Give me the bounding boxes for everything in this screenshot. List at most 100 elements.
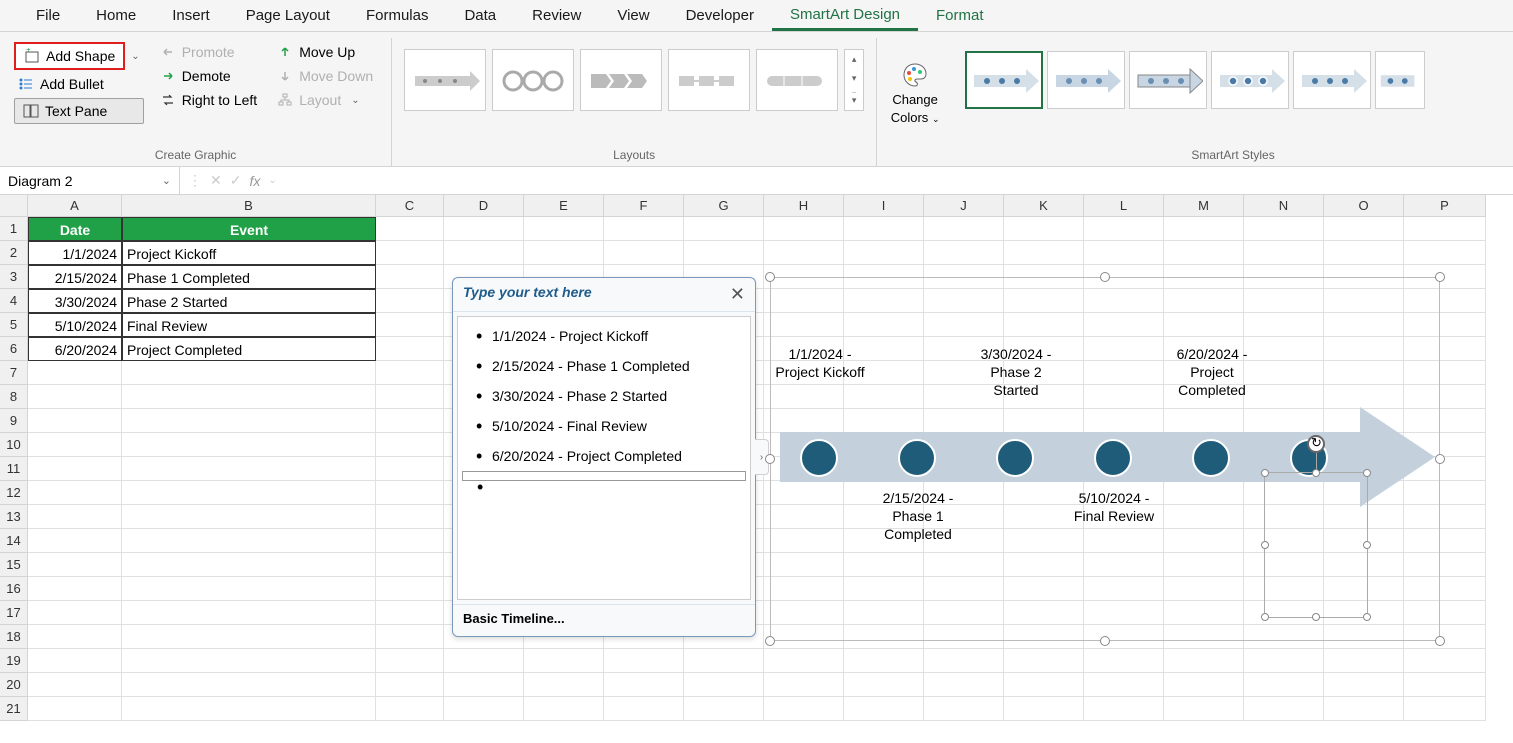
cell[interactable]	[524, 673, 604, 697]
cell[interactable]	[122, 697, 376, 721]
cell[interactable]	[1244, 697, 1324, 721]
rotate-handle-icon[interactable]	[1307, 435, 1325, 453]
cell[interactable]	[1164, 697, 1244, 721]
cell[interactable]	[1004, 649, 1084, 673]
row-header[interactable]: 11	[0, 457, 28, 481]
fx-dropdown-icon[interactable]: ⌄	[268, 175, 276, 186]
style-thumb-5[interactable]	[1293, 51, 1371, 109]
cell[interactable]	[122, 577, 376, 601]
cell[interactable]	[28, 577, 122, 601]
cell[interactable]	[376, 529, 444, 553]
cell[interactable]	[122, 625, 376, 649]
cell[interactable]	[444, 697, 524, 721]
cell[interactable]	[28, 601, 122, 625]
cell[interactable]: Final Review	[122, 313, 376, 337]
column-header[interactable]: M	[1164, 195, 1244, 217]
cell[interactable]	[1404, 697, 1486, 721]
text-pane-item[interactable]: 3/30/2024 - Phase 2 Started	[462, 381, 746, 411]
cell[interactable]	[684, 697, 764, 721]
fx-icon[interactable]: fx	[249, 173, 260, 189]
tab-view[interactable]: View	[599, 0, 667, 31]
timeline-label[interactable]: 1/1/2024 - Project Kickoff	[770, 345, 870, 381]
cell[interactable]	[1084, 649, 1164, 673]
cell[interactable]	[1324, 673, 1404, 697]
cell[interactable]	[376, 553, 444, 577]
cell[interactable]	[1004, 217, 1084, 241]
cell[interactable]	[1244, 673, 1324, 697]
cell[interactable]	[1404, 241, 1486, 265]
smartart-timeline[interactable]: 1/1/2024 - Project Kickoff 3/30/2024 - P…	[770, 277, 1440, 641]
row-header[interactable]: 14	[0, 529, 28, 553]
cell[interactable]	[376, 265, 444, 289]
style-thumb-1[interactable]	[965, 51, 1043, 109]
row-header[interactable]: 9	[0, 409, 28, 433]
cell[interactable]	[1084, 241, 1164, 265]
cell[interactable]	[122, 529, 376, 553]
cell[interactable]	[1404, 673, 1486, 697]
cell[interactable]	[1244, 649, 1324, 673]
row-header[interactable]: 7	[0, 361, 28, 385]
cell[interactable]	[684, 217, 764, 241]
cell[interactable]	[122, 409, 376, 433]
tab-file[interactable]: File	[18, 0, 78, 31]
cell[interactable]	[1004, 673, 1084, 697]
cell[interactable]	[1324, 217, 1404, 241]
cell[interactable]	[444, 217, 524, 241]
cell[interactable]	[376, 577, 444, 601]
promote-button[interactable]: Promote	[156, 42, 262, 62]
select-all-corner[interactable]	[0, 195, 28, 217]
cell[interactable]	[28, 361, 122, 385]
cancel-icon[interactable]: ✕	[210, 172, 222, 189]
cell[interactable]	[1324, 241, 1404, 265]
move-up-button[interactable]: Move Up	[273, 42, 377, 62]
cell[interactable]	[376, 505, 444, 529]
cell[interactable]	[1164, 649, 1244, 673]
cell[interactable]	[28, 673, 122, 697]
row-header[interactable]: 15	[0, 553, 28, 577]
timeline-dot[interactable]	[800, 439, 838, 477]
cell[interactable]	[1324, 697, 1404, 721]
cell[interactable]	[376, 433, 444, 457]
row-header[interactable]: 4	[0, 289, 28, 313]
cell[interactable]	[1084, 697, 1164, 721]
cell[interactable]	[376, 625, 444, 649]
selected-shape-frame[interactable]	[1264, 472, 1368, 618]
cell[interactable]	[28, 553, 122, 577]
cell[interactable]	[764, 697, 844, 721]
cell[interactable]	[684, 649, 764, 673]
cell[interactable]: 2/15/2024	[28, 265, 122, 289]
cell[interactable]	[924, 649, 1004, 673]
layouts-more-button[interactable]: ▴▾▾	[844, 49, 864, 111]
column-header[interactable]: O	[1324, 195, 1404, 217]
timeline-dot[interactable]	[996, 439, 1034, 477]
style-thumb-2[interactable]	[1047, 51, 1125, 109]
tab-smartart-design[interactable]: SmartArt Design	[772, 0, 918, 31]
row-header[interactable]: 20	[0, 673, 28, 697]
cell[interactable]	[122, 361, 376, 385]
cell[interactable]	[844, 649, 924, 673]
close-icon[interactable]: ✕	[730, 284, 745, 305]
column-header[interactable]: F	[604, 195, 684, 217]
style-thumb-6[interactable]	[1375, 51, 1425, 109]
cell[interactable]	[604, 241, 684, 265]
cell[interactable]	[524, 649, 604, 673]
confirm-icon[interactable]: ✓	[230, 172, 242, 189]
text-pane-item[interactable]: 1/1/2024 - Project Kickoff	[462, 321, 746, 351]
cell[interactable]	[28, 481, 122, 505]
cell[interactable]	[524, 241, 604, 265]
cell[interactable]	[684, 241, 764, 265]
row-header[interactable]: 6	[0, 337, 28, 361]
cell[interactable]	[28, 505, 122, 529]
cell[interactable]: 5/10/2024	[28, 313, 122, 337]
cell[interactable]	[1004, 697, 1084, 721]
cell[interactable]	[1244, 241, 1324, 265]
row-header[interactable]: 8	[0, 385, 28, 409]
cell[interactable]	[376, 337, 444, 361]
text-pane-item-editing[interactable]	[462, 471, 746, 481]
cell[interactable]	[376, 313, 444, 337]
cell[interactable]	[1084, 217, 1164, 241]
timeline-label[interactable]: 5/10/2024 - Final Review	[1064, 489, 1164, 525]
cell[interactable]	[28, 385, 122, 409]
cell[interactable]	[122, 457, 376, 481]
cell[interactable]	[122, 385, 376, 409]
